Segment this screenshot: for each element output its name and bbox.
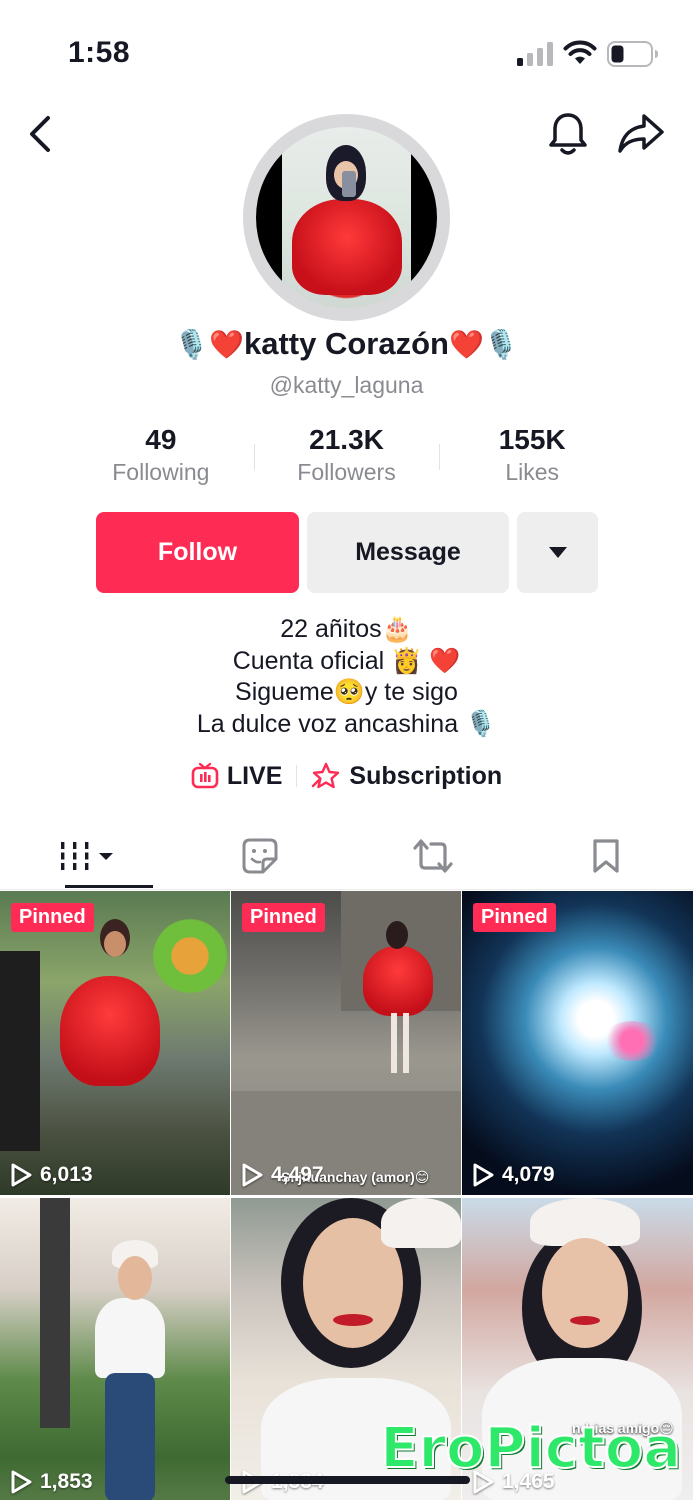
- battery-icon: [607, 41, 658, 67]
- more-options-button[interactable]: [517, 512, 598, 593]
- cellular-signal-icon: [517, 42, 553, 66]
- video-thumbnail[interactable]: Pinned 4,079: [462, 891, 693, 1195]
- live-tv-icon: [191, 762, 219, 789]
- share-icon[interactable]: [616, 110, 666, 156]
- watermark-logo: EroPictoa: [379, 1415, 682, 1482]
- live-link[interactable]: LIVE: [191, 761, 283, 791]
- content-tabs: [0, 822, 693, 890]
- reposts-icon: [413, 839, 453, 873]
- view-count: 4,497: [241, 1163, 324, 1187]
- stat-likes[interactable]: 155K Likes: [439, 422, 625, 492]
- bell-icon[interactable]: [546, 110, 590, 158]
- pinned-badge: Pinned: [11, 903, 94, 932]
- video-thumbnail[interactable]: Pinned Si jhuanchay (amor)😊 4,497: [231, 891, 461, 1195]
- tab-favorites[interactable]: [173, 822, 346, 890]
- play-icon: [11, 1163, 32, 1187]
- stat-following[interactable]: 49 Following: [68, 422, 254, 492]
- saved-icon: [593, 839, 619, 873]
- view-count-value: 4,079: [502, 1163, 555, 1186]
- pinned-badge: Pinned: [473, 903, 556, 932]
- tab-saved[interactable]: [520, 822, 693, 890]
- subscription-star-icon: [312, 762, 340, 789]
- bio-line: La dulce voz ancashina 🎙️: [196, 709, 497, 738]
- status-time: 1:58: [68, 36, 131, 69]
- favorites-icon: [242, 838, 278, 874]
- back-icon[interactable]: [22, 112, 62, 156]
- divider: [0, 889, 693, 890]
- bio: 22 añitos🎂 Cuenta oficial 👸 ❤️ Sigueme🥺y…: [0, 614, 693, 740]
- name-prefix-emoji: 🎙️❤️: [174, 328, 244, 361]
- message-button[interactable]: Message: [307, 512, 509, 593]
- view-count: 4,079: [472, 1163, 555, 1187]
- pinned-badge: Pinned: [242, 903, 325, 932]
- caret-down-icon: [548, 547, 567, 558]
- display-name: 🎙️❤️katty Corazón❤️🎙️: [0, 326, 693, 362]
- follow-button[interactable]: Follow: [96, 512, 299, 593]
- view-count-value: 1,853: [40, 1470, 93, 1493]
- video-grid: Pinned 6,013 Pinned Si jhuanchay (amor)😊…: [0, 891, 693, 1500]
- play-icon: [242, 1163, 263, 1187]
- profile-stats: 49 Following 21.3K Followers 155K Likes: [68, 422, 625, 492]
- live-label: LIVE: [226, 761, 283, 790]
- display-name-text: katty Corazón: [244, 326, 449, 361]
- view-count-value: 4,497: [271, 1163, 324, 1186]
- stat-label: Likes: [505, 459, 560, 485]
- stat-followers[interactable]: 21.3K Followers: [253, 422, 440, 492]
- wifi-icon: [563, 40, 597, 64]
- video-thumbnail[interactable]: Pinned 6,013: [0, 891, 230, 1195]
- bio-line: Sigueme🥺y te sigo: [235, 678, 458, 706]
- divider: [296, 765, 298, 787]
- bio-line: 22 añitos🎂: [280, 615, 413, 643]
- stat-value: 155K: [498, 424, 566, 455]
- tab-videos[interactable]: [0, 822, 173, 890]
- avatar[interactable]: [256, 127, 437, 308]
- tab-reposts[interactable]: [347, 822, 520, 890]
- stat-label: Following: [112, 459, 210, 485]
- name-suffix-emoji: ❤️🎙️: [448, 328, 519, 361]
- stat-value: 49: [145, 424, 177, 455]
- stat-label: Followers: [297, 459, 396, 485]
- play-icon: [473, 1163, 494, 1187]
- view-count-value: 6,013: [40, 1163, 93, 1186]
- videos-grid-icon: [60, 842, 113, 870]
- view-count: 1,853: [10, 1470, 93, 1494]
- subscription-label: Subscription: [349, 761, 503, 790]
- video-thumbnail[interactable]: 1,853: [0, 1198, 230, 1500]
- play-icon: [11, 1470, 32, 1494]
- view-count: 6,013: [10, 1163, 93, 1187]
- subscription-link[interactable]: Subscription: [311, 762, 502, 791]
- bio-line: Cuenta oficial 👸 ❤️: [232, 646, 461, 675]
- status-bar: 1:58: [0, 0, 693, 100]
- profile-links: LIVE Subscription: [0, 756, 693, 796]
- username-handle: @katty_laguna: [269, 372, 424, 398]
- stat-value: 21.3K: [309, 424, 384, 455]
